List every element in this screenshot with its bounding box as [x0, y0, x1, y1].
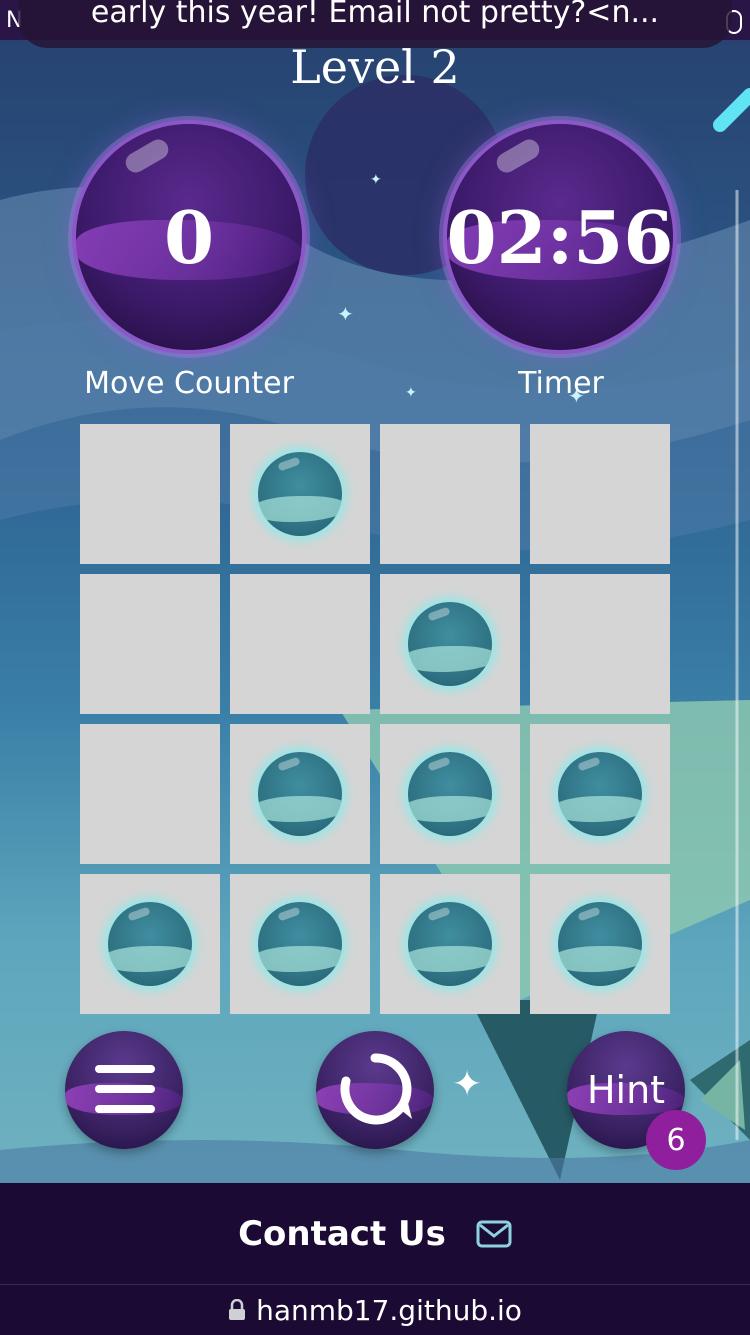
footer: Contact Us: [0, 1183, 750, 1284]
restart-button[interactable]: [316, 1031, 434, 1149]
board-cell[interactable]: [230, 424, 370, 564]
planet-tile-icon: [558, 902, 642, 986]
timer-value: 02:56: [446, 194, 674, 280]
board-cell[interactable]: [230, 724, 370, 864]
timer-orb: 02:56: [447, 124, 673, 350]
hint-count-badge: 6: [646, 1110, 706, 1170]
sparkle-icon: ✦: [452, 1064, 483, 1105]
restart-icon: [340, 1053, 412, 1125]
lock-icon: [229, 1299, 246, 1320]
sparkle-icon: ✦: [337, 302, 354, 326]
timer-label: Timer: [518, 366, 604, 401]
move-counter-value: 0: [163, 194, 215, 280]
planet-tile-icon: [408, 752, 492, 836]
planet-tile-icon: [258, 452, 342, 536]
board-cell[interactable]: [530, 424, 670, 564]
planet-tile-icon: [408, 602, 492, 686]
board-cell[interactable]: [230, 874, 370, 1014]
board-cell[interactable]: [380, 874, 520, 1014]
board-cell[interactable]: [530, 874, 670, 1014]
browser-url-bar[interactable]: hanmb17.github.io: [0, 1284, 750, 1335]
board-cell[interactable]: [380, 724, 520, 864]
board-cell[interactable]: [380, 424, 520, 564]
board-cell[interactable]: [230, 574, 370, 714]
planet-tile-icon: [408, 902, 492, 986]
planet-tile-icon: [108, 902, 192, 986]
board-cell[interactable]: [80, 724, 220, 864]
board-cell[interactable]: [380, 574, 520, 714]
board-cell[interactable]: [80, 424, 220, 564]
planet-tile-icon: [558, 752, 642, 836]
move-counter-orb: 0: [76, 124, 302, 350]
planet-tile-icon: [258, 902, 342, 986]
sparkle-icon: ✦: [370, 172, 382, 188]
menu-button[interactable]: [65, 1031, 183, 1149]
mail-icon: [476, 1220, 512, 1247]
board-cell[interactable]: [530, 724, 670, 864]
url-text: hanmb17.github.io: [256, 1293, 522, 1327]
board-cell[interactable]: [530, 574, 670, 714]
contact-us-link[interactable]: Contact Us: [0, 1183, 750, 1284]
page-title: Level 2: [290, 40, 460, 94]
board-cell[interactable]: [80, 874, 220, 1014]
contact-us-label: Contact Us: [238, 1213, 446, 1254]
hamburger-menu-icon: [95, 1065, 155, 1115]
board-cell[interactable]: [80, 574, 220, 714]
planet-tile-icon: [258, 752, 342, 836]
game-board: [80, 424, 670, 1014]
move-counter-label: Move Counter: [84, 366, 294, 401]
game-background: N early this year! Email not pretty?<n..…: [0, 0, 750, 1183]
notification-text: early this year! Email not pretty?<n...: [90, 0, 660, 30]
sparkle-icon: ✦: [405, 385, 417, 401]
